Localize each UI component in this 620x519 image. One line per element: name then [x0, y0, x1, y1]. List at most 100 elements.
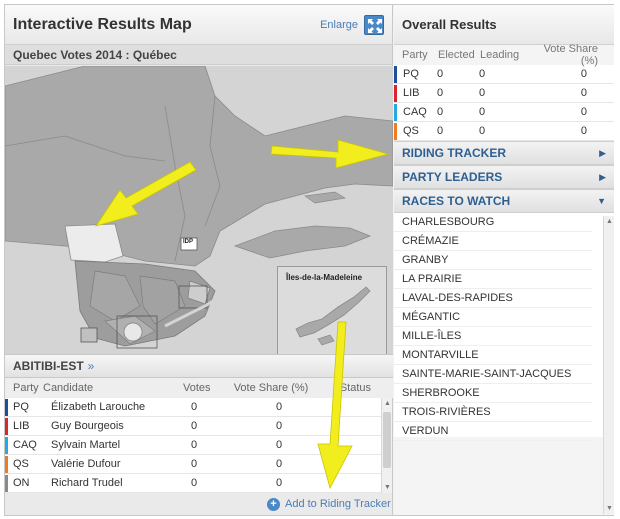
candidate-party: LIB: [13, 420, 30, 432]
scroll-down-icon[interactable]: ▼: [384, 484, 391, 491]
overall-elected: 0: [437, 125, 444, 137]
col-party: Party: [402, 49, 428, 61]
race-item[interactable]: LAVAL-DES-RAPIDES: [394, 289, 592, 308]
candidate-vote-share: 0: [275, 477, 283, 489]
scroll-down-icon[interactable]: ▼: [606, 505, 613, 512]
candidate-row[interactable]: QS Valérie Dufour 0 0: [5, 455, 381, 474]
candidate-votes: 0: [191, 477, 198, 489]
overall-elected: 0: [437, 106, 444, 118]
race-item[interactable]: SHERBROOKE: [394, 384, 592, 403]
candidate-party: PQ: [13, 401, 29, 413]
col-vote-share: Vote Share (%): [543, 43, 598, 67]
overall-elected: 0: [437, 87, 444, 99]
col-candidate: Candidate: [43, 382, 94, 394]
overall-party: QS: [403, 125, 419, 137]
riding-header[interactable]: ABITIBI-EST »: [5, 354, 393, 378]
races-to-watch-toggle[interactable]: RACES TO WATCH ▼: [394, 189, 614, 213]
overall-row: LIB 0 0 0: [394, 84, 614, 103]
candidate-votes: 0: [191, 401, 198, 413]
candidate-row[interactable]: LIB Guy Bourgeois 0 0: [5, 417, 381, 436]
inset-islands: [295, 286, 371, 346]
race-item[interactable]: LA PRAIRIE: [394, 270, 592, 289]
party-color-swatch: [394, 84, 397, 102]
races-list: CHARLESBOURG CRÉMAZIE GRANBY LA PRAIRIE LAVA…: [394, 213, 614, 441]
overall-leading: 0: [479, 106, 486, 118]
races-to-watch-label: RACES TO WATCH: [402, 194, 511, 208]
scroll-up-icon[interactable]: ▲: [384, 400, 391, 407]
overall-leading: 0: [479, 125, 486, 137]
scroll-up-icon[interactable]: ▲: [606, 218, 613, 225]
overall-elected: 0: [437, 68, 444, 80]
overall-row: QS 0 0 0: [394, 122, 614, 141]
overall-vote-share: 0: [580, 68, 587, 80]
riding-tracker-label: RIDING TRACKER: [402, 146, 506, 160]
race-item[interactable]: MILLE-ÎLES: [394, 327, 592, 346]
inset-map[interactable]: Îles-de-la-Madeleine: [277, 266, 387, 354]
add-to-tracker-label: Add to Riding Tracker: [285, 498, 391, 510]
candidate-vote-share: 0: [275, 458, 283, 470]
party-leaders-toggle[interactable]: PARTY LEADERS ▶: [394, 165, 614, 189]
race-item[interactable]: CRÉMAZIE: [394, 232, 592, 251]
party-color-swatch: [5, 398, 8, 416]
overall-vote-share: 0: [580, 125, 587, 137]
candidate-row[interactable]: CAQ Sylvain Martel 0 0: [5, 436, 381, 455]
enlarge-link[interactable]: Enlarge: [320, 19, 358, 31]
candidate-name: Sylvain Martel: [51, 439, 121, 451]
col-status: Status: [339, 382, 371, 394]
col-elected: Elected: [438, 49, 475, 61]
scroll-thumb[interactable]: [383, 412, 391, 468]
party-color-swatch: [5, 417, 8, 435]
candidate-table-header: Party Candidate Votes Vote Share (%) Sta…: [5, 378, 393, 398]
add-to-tracker-button[interactable]: + Add to Riding Tracker: [267, 496, 391, 512]
party-color-swatch: [5, 436, 8, 454]
candidate-party: QS: [13, 458, 29, 470]
race-item[interactable]: SAINTE-MARIE-SAINT-JACQUES: [394, 365, 592, 384]
chevron-right-icon: ▶: [599, 171, 606, 182]
races-scrollbar[interactable]: ▲ ▼: [603, 216, 614, 514]
col-party: Party: [13, 382, 39, 394]
candidate-party: CAQ: [13, 439, 37, 451]
riding-tracker-toggle[interactable]: RIDING TRACKER ▶: [394, 141, 614, 165]
candidate-name: Valérie Dufour: [51, 458, 121, 470]
overall-title: Overall Results: [394, 5, 614, 45]
candidate-party: ON: [13, 477, 30, 489]
party-color-swatch: [5, 474, 8, 492]
candidate-vote-share: 0: [275, 420, 283, 432]
race-item[interactable]: CHARLESBOURG: [394, 213, 592, 232]
plus-icon: +: [267, 497, 280, 511]
candidate-row[interactable]: ON Richard Trudel 0 0: [5, 474, 381, 493]
results-widget: Interactive Results Map Enlarge Quebec V…: [4, 4, 614, 516]
party-color-swatch: [5, 455, 8, 473]
overall-row: PQ 0 0 0: [394, 65, 614, 84]
race-item[interactable]: GRANBY: [394, 251, 592, 270]
race-item[interactable]: MÉGANTIC: [394, 308, 592, 327]
overall-table-header: Party Elected Leading Vote Share (%): [394, 43, 614, 67]
overall-leading: 0: [479, 68, 486, 80]
candidate-list: PQ Élizabeth Larouche 0 0 LIB Guy Bourgeois 0 0…: [5, 398, 381, 493]
candidate-votes: 0: [191, 458, 198, 470]
candidate-name: Richard Trudel: [51, 477, 123, 489]
race-item[interactable]: TROIS-RIVIÈRES: [394, 403, 592, 422]
race-item[interactable]: VERDUN: [394, 422, 592, 441]
overall-leading: 0: [479, 87, 486, 99]
chevron-down-icon: ▼: [597, 196, 606, 206]
riding-more-link[interactable]: »: [88, 359, 95, 373]
overall-party: LIB: [403, 87, 420, 99]
party-color-swatch: [394, 122, 397, 140]
candidate-vote-share: 0: [275, 401, 283, 413]
race-item[interactable]: MONTARVILLE: [394, 346, 592, 365]
results-panel: Overall Results Party Elected Leading Vo…: [394, 5, 614, 515]
col-vote-share: Vote Share (%): [233, 382, 309, 394]
col-votes: Votes: [183, 382, 211, 394]
candidate-row[interactable]: PQ Élizabeth Larouche 0 0: [5, 398, 381, 417]
overall-vote-share: 0: [580, 106, 587, 118]
map-subtitle: Quebec Votes 2014 : Québec: [5, 45, 392, 65]
quebec-map[interactable]: IDP Îles-de-la-Madeleine: [5, 66, 393, 354]
candidate-scrollbar[interactable]: ▲ ▼: [381, 398, 392, 493]
candidate-votes: 0: [191, 439, 198, 451]
chevron-right-icon: ▶: [599, 147, 606, 158]
enlarge-icon[interactable]: [364, 14, 384, 35]
riding-name: ABITIBI-EST: [13, 359, 84, 373]
candidate-votes: 0: [191, 420, 198, 432]
candidate-vote-share: 0: [275, 439, 283, 451]
